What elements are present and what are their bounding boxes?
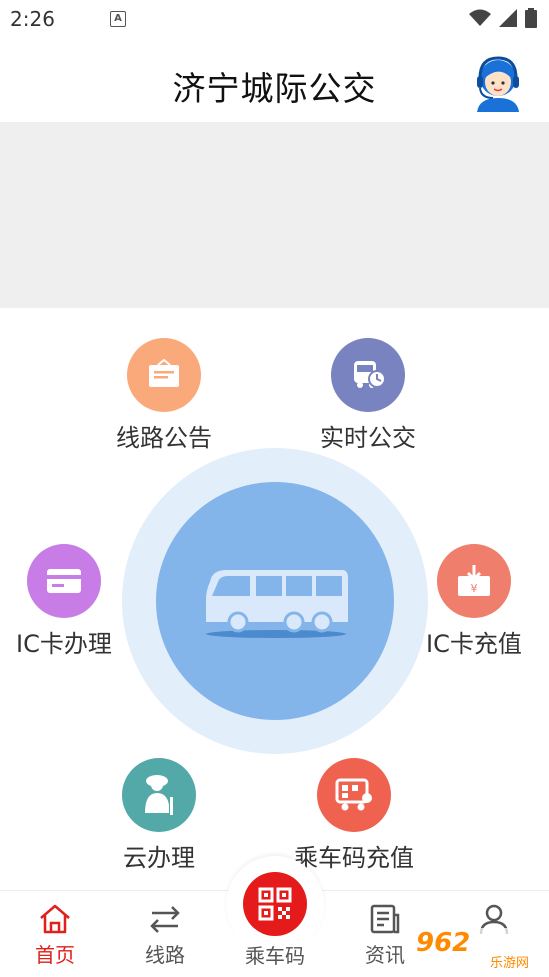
signal-icon — [499, 9, 517, 27]
bus-icon — [206, 570, 348, 638]
news-icon — [370, 904, 400, 934]
battery-icon — [525, 8, 537, 28]
tab-routes[interactable]: 线路 — [115, 891, 215, 977]
bus-clock-icon — [331, 338, 405, 412]
tab-home[interactable]: 首页 — [5, 891, 105, 977]
feature-label: 线路公告 — [116, 424, 212, 452]
feature-label: 实时公交 — [320, 424, 416, 452]
feature-label: 云办理 — [123, 844, 195, 872]
tab-ride-code[interactable] — [243, 872, 307, 936]
card-icon — [26, 544, 101, 618]
watermark-subtext: 乐游网 — [490, 956, 530, 971]
status-bar: 2:26 A — [0, 0, 549, 38]
recharge-icon: ¥ — [436, 544, 511, 618]
page-title: 济宁城际公交 — [172, 69, 377, 108]
app-header: 济宁城际公交 — [0, 38, 549, 122]
status-icons — [469, 8, 537, 28]
feature-label: 乘车码充值 — [294, 844, 414, 872]
status-time: 2:26 — [10, 7, 55, 31]
elderly-person-icon — [122, 758, 196, 832]
feature-ic-card-recharge[interactable]: ¥ IC卡充值 — [426, 544, 522, 659]
wifi-icon — [469, 9, 491, 26]
feature-realtime-bus[interactable]: 实时公交 — [320, 338, 416, 453]
feature-ride-code-recharge[interactable]: 乘车码充值 — [294, 758, 414, 873]
tab-label: 线路 — [145, 943, 185, 967]
tab-label: 首页 — [35, 943, 75, 967]
tab-label: 资讯 — [365, 943, 405, 967]
feature-ic-card-service[interactable]: IC卡办理 — [16, 544, 112, 659]
feature-label: IC卡办理 — [16, 630, 112, 658]
customer-service-icon[interactable] — [471, 54, 525, 112]
watermark-logo: 962 乐游网 — [416, 928, 544, 974]
svg-text:¥: ¥ — [470, 582, 477, 595]
qr-code-icon — [258, 887, 292, 921]
notification-icon: A — [110, 11, 126, 27]
watermark-text: 962 — [416, 928, 471, 958]
feature-route-notice[interactable]: 线路公告 — [116, 338, 212, 453]
feature-cloud-service[interactable]: 云办理 — [122, 758, 196, 873]
tab-ride-code-label: 乘车码 — [245, 944, 305, 968]
feature-label: IC卡充值 — [426, 630, 522, 658]
home-icon — [40, 904, 70, 934]
notice-board-icon — [127, 338, 201, 412]
banner-carousel[interactable] — [0, 122, 549, 308]
qr-bus-icon — [317, 758, 391, 832]
swap-arrows-icon — [150, 906, 180, 933]
